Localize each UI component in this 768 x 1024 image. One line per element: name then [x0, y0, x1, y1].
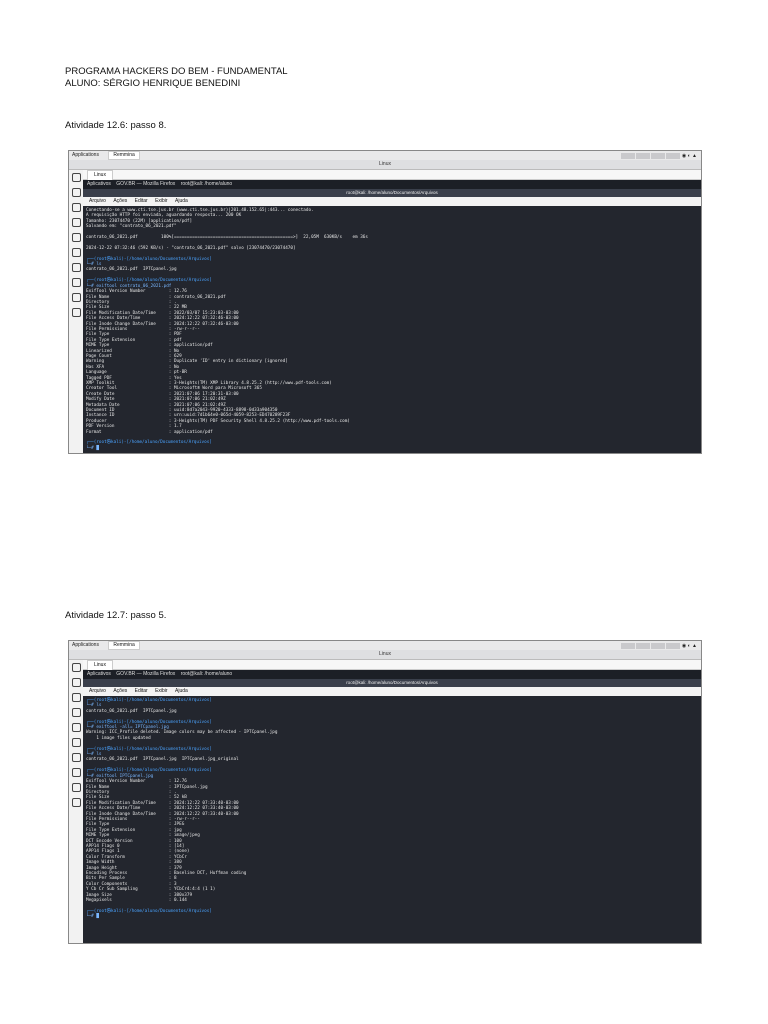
- kali-task-firefox[interactable]: GOV.BR — Mozilla Firefox: [116, 671, 175, 677]
- terminal-output[interactable]: ┌──(root㉿kali)-[/home/aluno/Documentos/A…: [83, 696, 701, 943]
- home-icon[interactable]: [71, 173, 81, 182]
- kali-panel: Aplicativos GOV.BR — Mozilla Firefox roo…: [83, 670, 701, 679]
- vm-window-title: Linux: [69, 650, 701, 660]
- activity-label-1: Atividade 12.6: passo 8.: [65, 120, 167, 131]
- activity-label-2: Atividade 12.7: passo 5.: [65, 610, 167, 621]
- remmina-tabbar: Linux: [83, 170, 701, 181]
- menu-acoes[interactable]: Ações: [113, 198, 127, 204]
- menu-exibir[interactable]: Exibir: [155, 688, 168, 694]
- menu-acoes[interactable]: Ações: [113, 688, 127, 694]
- tools-icon[interactable]: [71, 278, 81, 287]
- window-icon[interactable]: [71, 188, 81, 197]
- menu-icon[interactable]: [71, 723, 81, 732]
- window-icon[interactable]: [71, 678, 81, 687]
- kali-panel: Aplicativos GOV.BR — Mozilla Firefox roo…: [83, 180, 701, 189]
- kali-task-terminal[interactable]: root@kali: /home/aluno: [181, 181, 233, 187]
- menu-editar[interactable]: Editar: [135, 198, 148, 204]
- student-name: ALUNO: SÉRGIO HENRIQUE BENEDINI: [65, 78, 241, 89]
- document-header: PROGRAMA HACKERS DO BEM - FUNDAMENTAL AL…: [65, 66, 288, 90]
- chevron-down-icon[interactable]: [71, 798, 81, 807]
- kali-task-terminal[interactable]: root@kali: /home/aluno: [181, 671, 233, 677]
- scale-icon[interactable]: [71, 708, 81, 717]
- terminal-title: root@kali: /home/aluno/Documentos/Arquiv…: [83, 189, 701, 197]
- host-remmina-tab[interactable]: Remmina: [108, 641, 140, 650]
- menu-exibir[interactable]: Exibir: [155, 198, 168, 204]
- remmina-sidebar: [69, 170, 84, 453]
- home-icon[interactable]: [71, 663, 81, 672]
- terminal-menubar: Arquivo Ações Editar Exibir Ajuda: [83, 687, 701, 696]
- screenshot-activity-1: Applications Remmina ◉ ◐ ▲ Linux Linux A…: [68, 150, 702, 454]
- screenshot-icon[interactable]: [71, 293, 81, 302]
- program-title: PROGRAMA HACKERS DO BEM - FUNDAMENTAL: [65, 66, 288, 77]
- terminal-title: root@kali: /home/aluno/Documentos/Arquiv…: [83, 679, 701, 687]
- keyboard-icon[interactable]: [71, 753, 81, 762]
- fullscreen-icon[interactable]: [71, 693, 81, 702]
- terminal-line: └─# █: [86, 445, 99, 451]
- menu-arquivo[interactable]: Arquivo: [89, 688, 106, 694]
- kali-apps-menu[interactable]: Aplicativos: [87, 671, 111, 677]
- fullscreen-icon[interactable]: [71, 203, 81, 212]
- terminal-output[interactable]: Conectando-se a www.cti.tse.jus.br (www.…: [83, 206, 701, 453]
- kali-task-firefox[interactable]: GOV.BR — Mozilla Firefox: [116, 181, 175, 187]
- terminal-menubar: Arquivo Ações Editar Exibir Ajuda: [83, 197, 701, 206]
- menu-ajuda[interactable]: Ajuda: [175, 688, 188, 694]
- host-apps-menu[interactable]: Applications: [72, 151, 99, 160]
- vm-window-title: Linux: [69, 160, 701, 170]
- kali-apps-menu[interactable]: Aplicativos: [87, 181, 111, 187]
- screenshot-icon[interactable]: [71, 783, 81, 792]
- host-apps-menu[interactable]: Applications: [72, 641, 99, 650]
- tools-icon[interactable]: [71, 768, 81, 777]
- remmina-sidebar: [69, 660, 84, 943]
- menu-arquivo[interactable]: Arquivo: [89, 198, 106, 204]
- chevron-down-icon[interactable]: [71, 308, 81, 317]
- screenshot-activity-2: Applications Remmina ◉ ◐ ▲ Linux Linux A…: [68, 640, 702, 944]
- host-remmina-tab[interactable]: Remmina: [108, 151, 140, 160]
- screen-icon[interactable]: [71, 738, 81, 747]
- keyboard-icon[interactable]: [71, 263, 81, 272]
- terminal-line: └─# █: [86, 914, 99, 920]
- menu-ajuda[interactable]: Ajuda: [175, 198, 188, 204]
- scale-icon[interactable]: [71, 218, 81, 227]
- remmina-tabbar: Linux: [83, 660, 701, 671]
- screen-icon[interactable]: [71, 248, 81, 257]
- menu-editar[interactable]: Editar: [135, 688, 148, 694]
- menu-icon[interactable]: [71, 233, 81, 242]
